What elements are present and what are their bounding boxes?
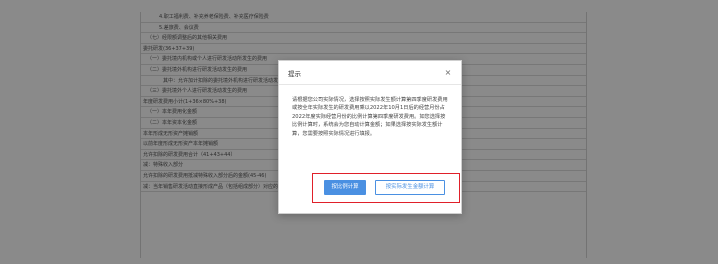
close-icon[interactable]: × bbox=[443, 68, 453, 78]
calculate-by-ratio-button[interactable]: 按比例计算 bbox=[324, 180, 366, 195]
dialog-header: 提示 × bbox=[279, 61, 461, 85]
dialog-message: 请根据您公司实际情况，选择按照实际发生额计算第四季度研发费用或按全年实际发生的研… bbox=[292, 97, 448, 137]
dialog-title: 提示 bbox=[288, 70, 301, 78]
calculate-by-actual-button[interactable]: 按实际发生金额计算 bbox=[375, 180, 445, 195]
prompt-dialog: 提示 × 请根据您公司实际情况，选择按照实际发生额计算第四季度研发费用或按全年实… bbox=[278, 60, 462, 214]
